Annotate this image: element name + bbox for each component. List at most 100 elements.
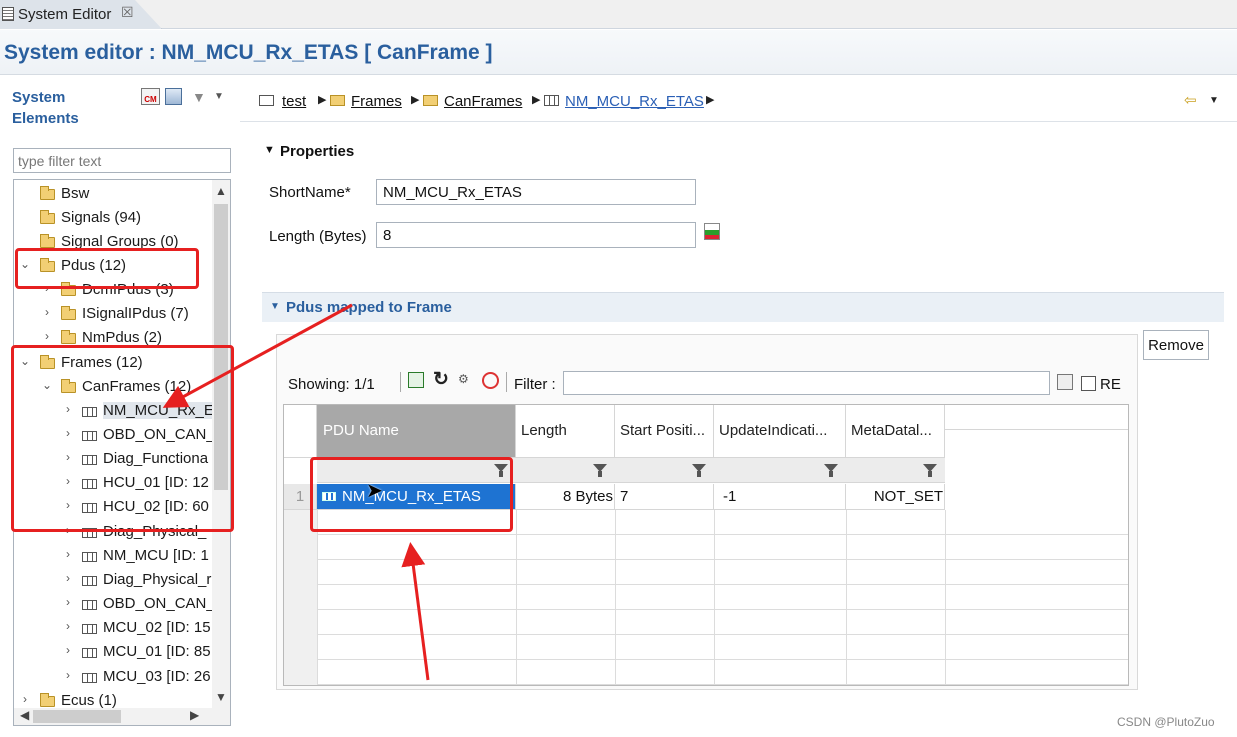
breadcrumb-item-frame[interactable]: NM_MCU_Rx_ETAS	[565, 93, 704, 110]
view-menu-icon[interactable]: ▼	[214, 91, 224, 102]
refresh-icon[interactable]: ↻	[433, 368, 449, 391]
clear-filter-icon[interactable]	[482, 372, 499, 389]
export-excel-icon[interactable]	[408, 372, 424, 388]
tree-item-label: MCU_03 [ID: 26	[103, 668, 211, 685]
pdus-table: PDU Name Length Start Positi... UpdateIn…	[283, 404, 1129, 686]
scroll-up-icon[interactable]: ▲	[215, 184, 227, 198]
scroll-down-icon[interactable]: ▼	[215, 690, 227, 704]
pdus-section-header[interactable]: ▼ Pdus mapped to Frame	[262, 292, 1224, 322]
collapse-icon[interactable]: ▼	[264, 144, 275, 156]
column-header-start-position[interactable]: Start Positi...	[615, 405, 714, 458]
remove-button[interactable]: Remove	[1143, 330, 1209, 360]
scroll-right-icon[interactable]: ▶	[190, 708, 199, 722]
tree-item-label: Bsw	[61, 185, 90, 202]
chevron-right-icon[interactable]: ›	[62, 643, 74, 657]
table-cell-start-position[interactable]: 7	[615, 484, 714, 510]
folder-icon	[40, 693, 55, 707]
pdus-section-title: Pdus mapped to Frame	[286, 299, 452, 316]
breadcrumb-separator-icon[interactable]: ▶	[318, 93, 326, 106]
column-label: PDU Name	[323, 422, 399, 439]
regex-label: RE	[1100, 376, 1121, 393]
tab-label: System Editor	[18, 6, 112, 23]
breadcrumb-separator-icon[interactable]: ▶	[532, 93, 540, 106]
column-label: Start Positi...	[620, 422, 706, 439]
frame-icon	[82, 673, 97, 683]
table-view-icon[interactable]	[165, 88, 182, 105]
folder-icon	[40, 210, 55, 224]
chevron-right-icon[interactable]: ›	[62, 595, 74, 609]
table-filter-input[interactable]	[563, 371, 1050, 395]
filter-icon[interactable]: ▼	[192, 89, 206, 105]
panel-title-line2: Elements	[12, 110, 79, 127]
tree-filter-input[interactable]	[13, 148, 231, 173]
chevron-right-icon[interactable]: ›	[41, 305, 53, 319]
filter-funnel-icon[interactable]	[923, 464, 937, 477]
tree-item-label: OBD_ON_CAN_	[103, 595, 215, 612]
table-cell-metadata[interactable]: NOT_SET	[846, 484, 945, 510]
chevron-right-icon[interactable]: ›	[62, 571, 74, 585]
column-header-metadata[interactable]: MetaDatal...	[846, 405, 945, 458]
editor-icon	[2, 7, 14, 21]
breadcrumb-item-frames[interactable]: Frames	[351, 93, 402, 110]
grid-line	[516, 510, 517, 685]
tree-item-label: Ecus (1)	[61, 692, 117, 709]
history-menu-icon[interactable]: ▼	[1209, 95, 1219, 106]
chevron-right-icon[interactable]: ›	[62, 547, 74, 561]
showing-count: Showing: 1/1	[288, 376, 375, 393]
frame-icon	[82, 552, 97, 562]
settings-icon[interactable]: ⚙	[458, 372, 469, 386]
column-header-update-indication[interactable]: UpdateIndicati...	[714, 405, 846, 458]
breadcrumb-item-test[interactable]: test	[282, 93, 306, 110]
filter-funnel-icon[interactable]	[593, 464, 607, 477]
grid-line	[846, 510, 847, 685]
filter-options-icon[interactable]	[1057, 374, 1073, 390]
close-icon[interactable]: ☒	[121, 4, 134, 21]
calculator-icon[interactable]	[704, 223, 720, 240]
toolbar-separator	[400, 372, 401, 392]
watermark: CSDN @PlutoZuo	[1117, 715, 1215, 729]
collapse-icon[interactable]: ▼	[270, 301, 280, 312]
chevron-right-icon[interactable]: ›	[62, 668, 74, 682]
frame-icon	[82, 576, 97, 586]
filter-funnel-icon[interactable]	[824, 464, 838, 477]
annotation-box-frames	[11, 345, 234, 532]
column-header-pdu-name[interactable]: PDU Name	[317, 405, 516, 458]
grid-line	[714, 510, 715, 685]
breadcrumb-separator-icon[interactable]: ▶	[411, 93, 419, 106]
scroll-left-icon[interactable]: ◀	[20, 708, 29, 722]
folder-icon	[40, 186, 55, 200]
chevron-right-icon[interactable]: ›	[19, 692, 31, 706]
table-cell-update-indication[interactable]: -1	[714, 484, 846, 510]
shortname-label: ShortName*	[269, 184, 351, 201]
table-cell-length[interactable]: 8 Bytes	[516, 484, 615, 510]
table-empty-rows	[284, 510, 1128, 685]
grid-line	[317, 510, 318, 685]
cm-view-icon[interactable]: CM	[141, 88, 160, 105]
tree-item-label: ISignalIPdus (7)	[82, 305, 189, 322]
scroll-thumb[interactable]	[33, 710, 121, 723]
column-label: Length	[521, 422, 567, 439]
chevron-right-icon[interactable]: ›	[62, 619, 74, 633]
shortname-field[interactable]	[376, 179, 696, 205]
length-field[interactable]	[376, 222, 696, 248]
annotation-box-pdu-row	[310, 457, 513, 532]
filter-label: Filter :	[514, 376, 556, 393]
back-arrow-icon[interactable]: ⇦	[1184, 91, 1197, 109]
frame-icon	[82, 648, 97, 658]
breadcrumb-item-canframes[interactable]: CanFrames	[444, 93, 522, 110]
folder-icon	[40, 234, 55, 248]
column-header-empty	[945, 405, 1128, 430]
filter-funnel-icon[interactable]	[692, 464, 706, 477]
breadcrumb: test ▶ Frames ▶ CanFrames ▶ NM_MCU_Rx_ET…	[240, 77, 1237, 122]
breadcrumb-separator-icon[interactable]: ▶	[706, 93, 714, 106]
tree-horizontal-scrollbar[interactable]: ◀ ▶	[14, 708, 230, 725]
column-header-length[interactable]: Length	[516, 405, 615, 458]
column-label: MetaDatal...	[851, 422, 932, 439]
panel-title: System Elements	[12, 87, 132, 129]
tab-system-editor[interactable]: System Editor ☒	[0, 0, 162, 29]
length-label: Length (Bytes)	[269, 228, 367, 245]
chevron-right-icon[interactable]: ›	[41, 329, 53, 343]
regex-checkbox[interactable]	[1081, 376, 1096, 391]
project-icon	[259, 95, 274, 106]
folder-icon	[61, 306, 76, 320]
